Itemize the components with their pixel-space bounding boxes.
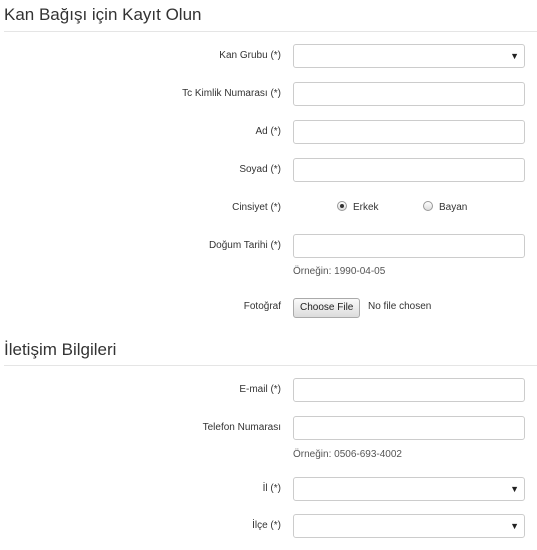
- blood-group-select[interactable]: ▼: [293, 44, 525, 68]
- first-name-input[interactable]: [293, 120, 525, 144]
- district-select[interactable]: ▼: [293, 514, 525, 538]
- last-name-input[interactable]: [293, 158, 525, 182]
- email-input[interactable]: [293, 378, 525, 402]
- chevron-down-icon: ▼: [510, 521, 519, 531]
- section-title-contact: İletişim Bilgileri: [4, 340, 117, 359]
- email-label: E-mail (*): [239, 384, 281, 395]
- gender-option-erkek: Erkek: [353, 202, 379, 213]
- last-name-label: Soyad (*): [239, 164, 281, 175]
- phone-hint: Örneğin: 0506-693-4002: [293, 449, 402, 460]
- gender-option-bayan: Bayan: [439, 202, 468, 213]
- gender-radio-bayan[interactable]: Bayan: [423, 196, 467, 220]
- field-row-blood-group: Kan Grubu (*) ▼: [0, 44, 537, 68]
- section-divider: [4, 365, 537, 366]
- field-row-district: İlçe (*) ▼: [0, 514, 537, 538]
- gender-radio-erkek[interactable]: Erkek: [337, 196, 379, 220]
- city-label: İl (*): [262, 483, 281, 494]
- section-divider: [4, 31, 537, 32]
- phone-label: Telefon Numarası: [202, 422, 281, 433]
- field-row-birth-date: Doğum Tarihi (*): [0, 234, 537, 258]
- section-title-registration: Kan Bağışı için Kayıt Olun: [4, 5, 202, 24]
- blood-group-label: Kan Grubu (*): [219, 50, 281, 61]
- birth-date-label: Doğum Tarihi (*): [208, 240, 281, 251]
- field-row-email: E-mail (*): [0, 378, 537, 402]
- phone-input[interactable]: [293, 416, 525, 440]
- tc-number-input[interactable]: [293, 82, 525, 106]
- chevron-down-icon: ▼: [510, 484, 519, 494]
- birth-date-hint: Örneğin: 1990-04-05: [293, 266, 386, 277]
- field-row-tc-number: Tc Kimlik Numarası (*): [0, 82, 537, 106]
- district-label: İlçe (*): [252, 520, 281, 531]
- file-status-text: No file chosen: [368, 301, 432, 312]
- first-name-label: Ad (*): [255, 126, 281, 137]
- field-row-first-name: Ad (*): [0, 120, 537, 144]
- city-select[interactable]: ▼: [293, 477, 525, 501]
- registration-form: Kan Bağışı için Kayıt Olun Kan Grubu (*)…: [0, 0, 537, 550]
- chevron-down-icon: ▼: [510, 51, 519, 61]
- photo-label: Fotoğraf: [243, 301, 281, 312]
- radio-checked-icon: [337, 201, 347, 211]
- field-row-last-name: Soyad (*): [0, 158, 537, 182]
- birth-date-input[interactable]: [293, 234, 525, 258]
- field-row-photo: Fotoğraf Choose File No file chosen: [0, 297, 537, 318]
- gender-label: Cinsiyet (*): [232, 202, 281, 213]
- radio-unchecked-icon: [423, 201, 433, 211]
- tc-number-label: Tc Kimlik Numarası (*): [182, 88, 281, 99]
- field-row-phone: Telefon Numarası: [0, 416, 537, 440]
- choose-file-button[interactable]: Choose File: [293, 298, 361, 318]
- field-row-city: İl (*) ▼: [0, 477, 537, 501]
- field-row-gender: Cinsiyet (*) Erkek Bayan: [0, 196, 537, 220]
